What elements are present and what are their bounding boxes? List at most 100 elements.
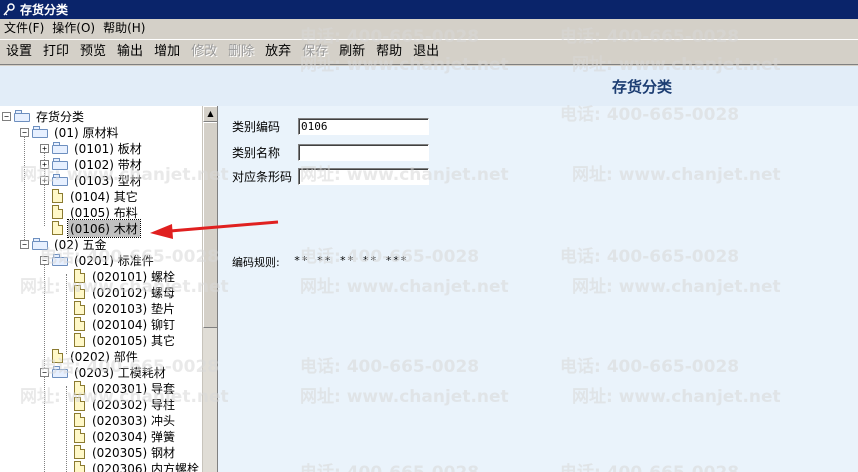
- scroll-thumb[interactable]: [203, 122, 217, 328]
- folder-icon: [52, 174, 68, 186]
- toolbar-button[interactable]: 帮助: [372, 42, 406, 62]
- tree-node-label: (020302) 导柱: [92, 397, 175, 412]
- collapse-icon[interactable]: −: [20, 127, 29, 137]
- tree-folder-node[interactable]: + (0103) 型材: [40, 172, 144, 188]
- folder-icon: [52, 254, 68, 266]
- tree-node-label: (020103) 垫片: [92, 301, 175, 316]
- window-title: 存货分类: [20, 3, 69, 17]
- tree-node-label: (020101) 螺栓: [92, 269, 175, 284]
- category-code-input[interactable]: 0106: [298, 118, 429, 135]
- toolbar-button[interactable]: 打印: [39, 42, 73, 62]
- menu-operate[interactable]: 操作(O): [48, 19, 99, 38]
- tree-leaf-node[interactable]: (020102) 螺母: [74, 284, 177, 300]
- page-header: 存货分类: [0, 66, 858, 106]
- tree-node-label: (020305) 钢材: [92, 445, 175, 460]
- tree-leaf-node[interactable]: (020302) 导柱: [74, 396, 177, 412]
- tree-folder-node[interactable]: − (0201) 标准件: [40, 252, 156, 268]
- coding-rule-value: ** ** ** ** ***: [293, 254, 409, 267]
- toolbar-button: 删除: [228, 44, 255, 59]
- tree-folder-node[interactable]: − (01) 原材料: [20, 124, 120, 140]
- coding-rule-label: 编码规则:: [232, 256, 280, 269]
- tree-node-label: (0106) 木材: [67, 218, 141, 238]
- tree-leaf-node[interactable]: (020101) 螺栓: [74, 268, 177, 284]
- document-icon: [74, 301, 85, 315]
- tree-node-label: (0201) 标准件: [74, 253, 154, 268]
- form-panel: 类别编码 0106 类别名称 对应条形码 编码规则: ** ** ** ** *…: [218, 106, 858, 472]
- folder-icon: [32, 126, 48, 138]
- tree-leaf-node[interactable]: (020104) 铆钉: [74, 316, 177, 332]
- tree-leaf-node[interactable]: (0105) 布料: [52, 204, 140, 220]
- toolbar-button: 修改: [191, 44, 218, 59]
- toolbar-button[interactable]: 输出: [113, 42, 147, 62]
- document-icon: [74, 429, 85, 443]
- tree-folder-node[interactable]: + (0102) 带材: [40, 156, 144, 172]
- document-icon: [74, 413, 85, 427]
- tree-leaf-node[interactable]: (020306) 内方螺栓: [74, 460, 201, 472]
- document-icon: [74, 461, 85, 472]
- toolbar-button[interactable]: 刷新: [335, 42, 369, 62]
- page-title: 存货分类: [611, 77, 672, 96]
- document-icon: [52, 205, 63, 219]
- collapse-icon[interactable]: −: [40, 367, 49, 377]
- tree-node-label: (020301) 导套: [92, 381, 175, 396]
- collapse-icon[interactable]: −: [40, 255, 49, 265]
- toolbar-button[interactable]: 增加: [150, 42, 184, 62]
- tree-node-label: (01) 原材料: [54, 125, 119, 140]
- document-icon: [74, 317, 85, 331]
- tree-leaf-node[interactable]: (0106) 木材: [52, 218, 141, 238]
- folder-icon: [52, 158, 68, 170]
- document-icon: [74, 269, 85, 283]
- expand-icon[interactable]: +: [40, 143, 49, 153]
- tree-node-label: (0102) 带材: [74, 157, 142, 172]
- barcode-label: 对应条形码: [232, 170, 293, 184]
- tree-folder-node[interactable]: + (0101) 板材: [40, 140, 144, 156]
- document-icon: [52, 189, 63, 203]
- tree-leaf-node[interactable]: (020303) 冲头: [74, 412, 177, 428]
- collapse-icon[interactable]: −: [20, 239, 29, 249]
- tree-node-label: (020102) 螺母: [92, 285, 175, 300]
- document-icon: [52, 221, 63, 235]
- tree-leaf-node[interactable]: (020301) 导套: [74, 380, 177, 396]
- document-icon: [74, 381, 85, 395]
- menu-help[interactable]: 帮助(H): [99, 19, 149, 38]
- toolbar-button[interactable]: 放弃: [261, 42, 295, 62]
- expand-icon[interactable]: +: [40, 175, 49, 185]
- menu-file[interactable]: 文件(F): [0, 19, 48, 38]
- tree-node-label: (0203) 工模耗材: [74, 365, 166, 380]
- barcode-input[interactable]: [298, 168, 429, 185]
- tree-leaf-node[interactable]: (020305) 钢材: [74, 444, 177, 460]
- tree-folder-node[interactable]: − 存货分类: [2, 108, 86, 124]
- toolbar-button: 保存: [302, 44, 329, 59]
- tree-leaf-node[interactable]: (020103) 垫片: [74, 300, 177, 316]
- document-icon: [52, 349, 63, 363]
- folder-icon: [52, 142, 68, 154]
- document-icon: [74, 397, 85, 411]
- tree-node-label: 存货分类: [36, 109, 85, 124]
- expand-icon[interactable]: +: [40, 159, 49, 169]
- collapse-icon[interactable]: −: [2, 111, 11, 121]
- folder-icon: [52, 366, 68, 378]
- toolbar-button[interactable]: 设置: [2, 42, 36, 62]
- toolbar-button[interactable]: 预览: [76, 42, 110, 62]
- tree-leaf-node[interactable]: (0202) 部件: [52, 348, 140, 364]
- tree-folder-node[interactable]: − (0203) 工模耗材: [40, 364, 168, 380]
- category-tree[interactable]: ▲ − 存货分类 − (01) 原材料 + (0101) 板材 + (0102) 带材 + (01…: [0, 106, 218, 472]
- window-titlebar: 存货分类: [0, 0, 858, 19]
- tree-node-label: (0105) 布料: [70, 205, 138, 220]
- tree-node-label: (0202) 部件: [70, 349, 138, 364]
- document-icon: [74, 285, 85, 299]
- toolbar: 设置 打印 预览 输出 增加 修改 删除 放弃 保存 刷新 帮助 退出: [0, 39, 858, 65]
- tree-leaf-node[interactable]: (0104) 其它: [52, 188, 140, 204]
- tree-node-label: (020105) 其它: [92, 333, 175, 348]
- tree-leaf-node[interactable]: (020105) 其它: [74, 332, 177, 348]
- tree-node-label: (020306) 内方螺栓: [92, 461, 199, 472]
- tree-scrollbar[interactable]: ▲: [202, 106, 217, 472]
- tree-node-label: (0104) 其它: [70, 189, 138, 204]
- category-name-input[interactable]: [298, 144, 429, 161]
- tree-node-label: (020303) 冲头: [92, 413, 175, 428]
- tree-folder-node[interactable]: − (02) 五金: [20, 236, 108, 252]
- tree-node-label: (020304) 弹簧: [92, 429, 175, 444]
- tree-leaf-node[interactable]: (020304) 弹簧: [74, 428, 177, 444]
- toolbar-button[interactable]: 退出: [409, 42, 443, 62]
- scroll-up-arrow-icon[interactable]: ▲: [203, 106, 217, 122]
